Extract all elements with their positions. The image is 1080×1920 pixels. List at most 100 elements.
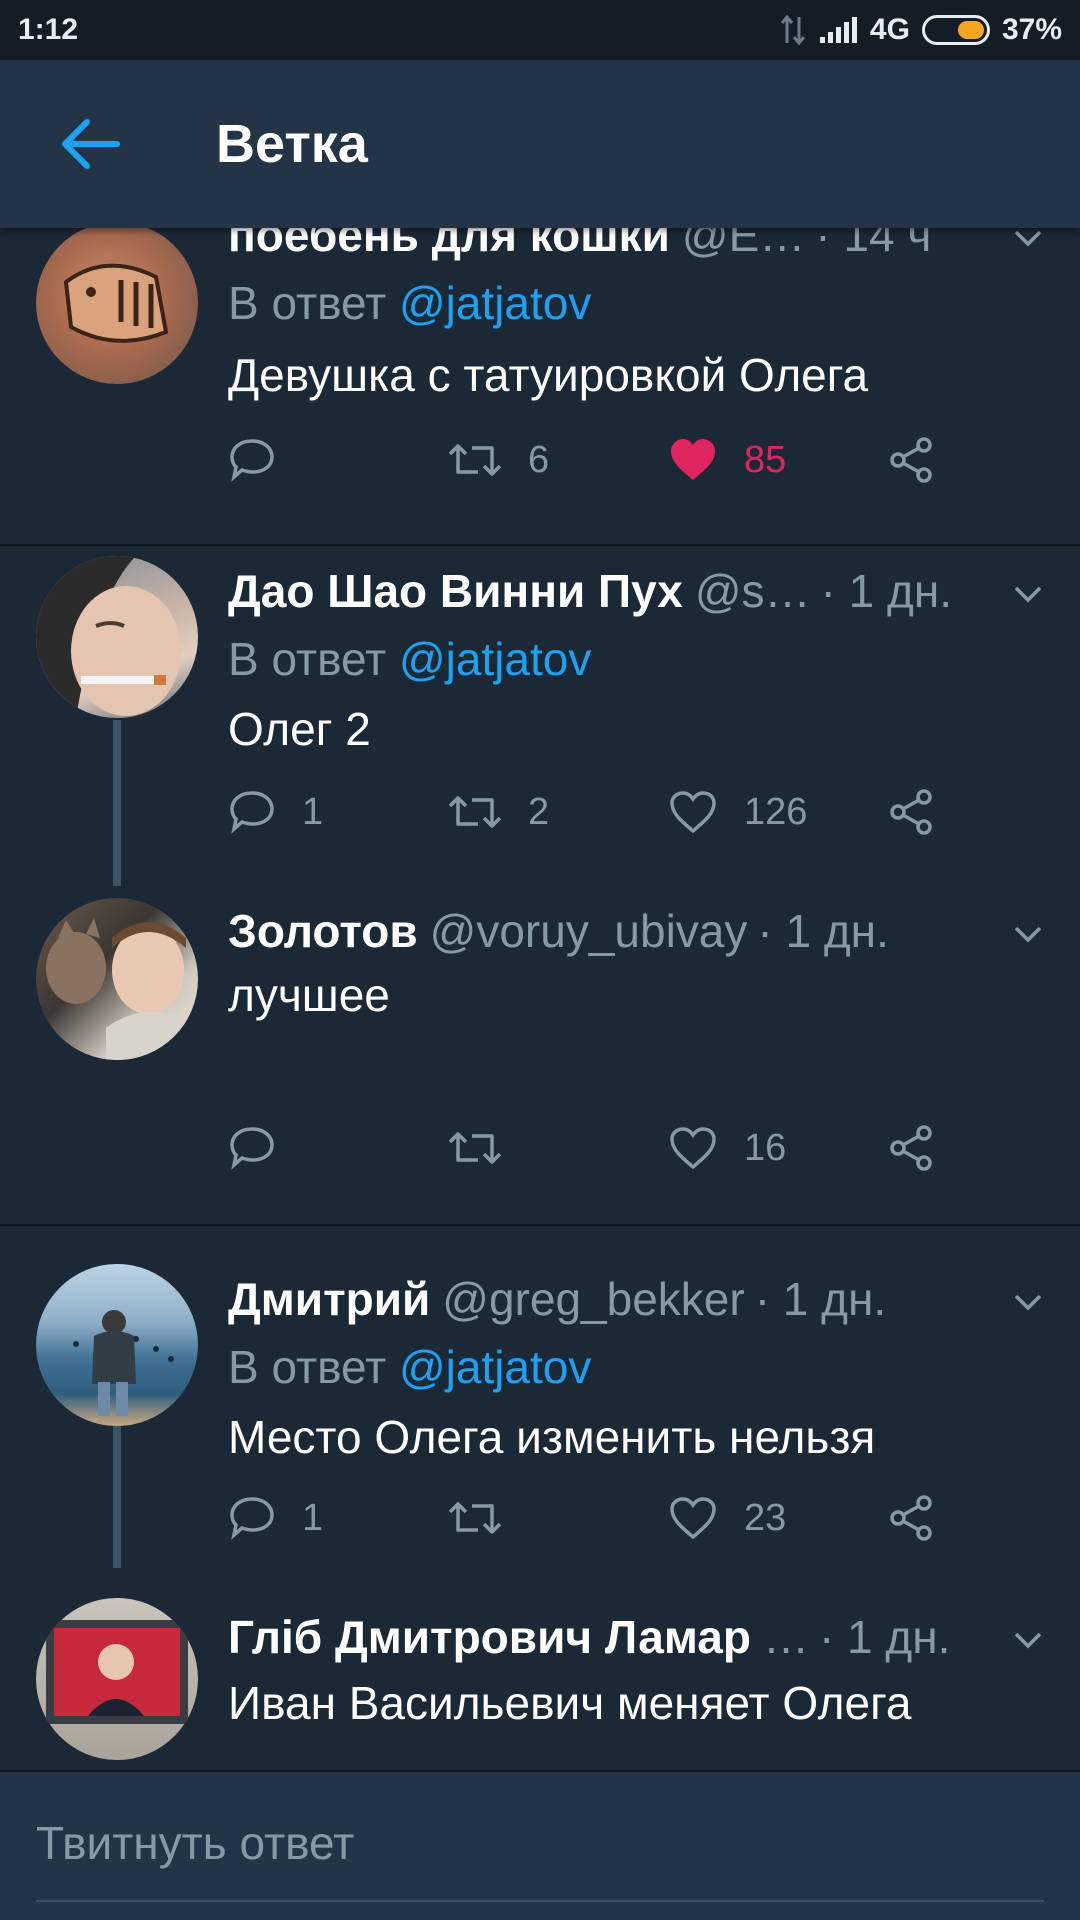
reply-context: В ответ @jatjatov: [228, 1340, 591, 1394]
retweet-icon: [448, 796, 502, 828]
data-transfer-icon: [780, 15, 806, 45]
author-handle[interactable]: @voruy_ubivay: [430, 904, 748, 958]
author-handle[interactable]: @s…: [695, 564, 811, 618]
app-header: Ветка: [0, 60, 1080, 228]
reply-count: 1: [302, 790, 324, 833]
reply-mention[interactable]: @jatjatov: [399, 277, 591, 329]
share-button[interactable]: [888, 430, 934, 490]
reply-button[interactable]: [228, 430, 302, 490]
tweet-item[interactable]: поебень для кошки @E… · 14 ч В ответ @ja…: [0, 228, 1080, 544]
comment-icon: [230, 439, 274, 482]
compose-reply-bar: Твитнуть ответ: [0, 1770, 1080, 1920]
retweet-icon: [448, 444, 502, 476]
arrow-left-icon: [62, 119, 120, 169]
like-button[interactable]: 85: [668, 430, 786, 490]
chevron-down-icon: [1014, 230, 1042, 247]
battery-icon: [921, 15, 990, 45]
reply-mention[interactable]: @jatjatov: [399, 633, 591, 685]
status-time: 1:12: [18, 13, 79, 46]
thread-line: [113, 720, 121, 886]
tweet-text: Олег 2: [228, 703, 371, 755]
avatar[interactable]: [36, 898, 198, 1060]
tweet-time: · 1 дн.: [757, 905, 889, 957]
reply-context: В ответ @jatjatov: [228, 632, 591, 686]
tweet-menu-button[interactable]: [1004, 570, 1052, 618]
reply-button[interactable]: [228, 1118, 302, 1178]
author-name[interactable]: Дао Шао Винни Пух: [228, 564, 683, 618]
tweet-time: · 14 ч: [815, 228, 932, 261]
like-count: 23: [744, 1496, 787, 1539]
tweet-actions: 6 85: [228, 430, 988, 490]
back-button[interactable]: [0, 60, 180, 228]
avatar[interactable]: [36, 228, 198, 384]
author-name[interactable]: Дмитрий: [228, 1272, 430, 1326]
share-icon: [890, 437, 932, 483]
retweet-button[interactable]: [448, 1118, 528, 1178]
tweet-time: · 1 дн.: [818, 1611, 951, 1663]
like-button[interactable]: 126: [668, 782, 807, 842]
comment-icon: [230, 1497, 274, 1540]
author-name[interactable]: Гліб Дмитрович Ламар: [228, 1610, 751, 1664]
share-button[interactable]: [888, 1118, 934, 1178]
tweet-header: Гліб Дмитрович Ламар … · 1 дн.: [228, 1610, 968, 1666]
tweet-text: лучшее: [228, 969, 390, 1021]
comment-icon: [230, 1127, 274, 1170]
author-handle[interactable]: @greg_bekker: [442, 1272, 744, 1326]
tweet-actions: 1 23: [228, 1488, 988, 1548]
chevron-down-icon: [1014, 926, 1042, 943]
retweet-count: 2: [528, 790, 550, 833]
avatar[interactable]: [36, 556, 198, 718]
reply-button[interactable]: 1: [228, 1488, 323, 1548]
tweet-item[interactable]: Дмитрий @greg_bekker · 1 дн. В ответ @ja…: [0, 1226, 1080, 1568]
page-title: Ветка: [216, 114, 368, 174]
like-count: 85: [744, 438, 787, 481]
chevron-down-icon: [1014, 586, 1042, 603]
share-button[interactable]: [888, 1488, 934, 1548]
status-bar: 1:12 4G 37%: [0, 0, 1080, 60]
author-name[interactable]: поебень для кошки: [228, 228, 670, 262]
author-handle[interactable]: @E…: [682, 228, 805, 262]
chevron-down-icon: [1014, 1632, 1042, 1649]
heart-filled-icon: [671, 439, 715, 480]
thread-line: [113, 1402, 121, 1568]
tweet-time: · 1 дн.: [820, 565, 953, 617]
share-button[interactable]: [888, 782, 934, 842]
heart-icon: [670, 1127, 716, 1170]
retweet-button[interactable]: 2: [448, 782, 549, 842]
tweet-item[interactable]: Дао Шао Винни Пух @s… · 1 дн. В ответ @j…: [0, 546, 1080, 886]
reply-input[interactable]: Твитнуть ответ: [36, 1816, 354, 1870]
comment-icon: [230, 791, 274, 834]
tweet-menu-button[interactable]: [1004, 1616, 1052, 1664]
tweet-header: Золотов @voruy_ubivay · 1 дн.: [228, 904, 968, 960]
chevron-down-icon: [1014, 1294, 1042, 1311]
retweet-icon: [448, 1502, 502, 1534]
avatar[interactable]: [36, 1264, 198, 1426]
reply-mention[interactable]: @jatjatov: [399, 1341, 591, 1393]
tweet-actions: 16: [228, 1118, 988, 1178]
reply-context: В ответ @jatjatov: [228, 276, 591, 330]
reply-prefix: В ответ: [228, 633, 387, 685]
avatar[interactable]: [36, 1598, 198, 1760]
retweet-button[interactable]: 6: [448, 430, 549, 490]
like-button[interactable]: 23: [668, 1488, 786, 1548]
tweet-item[interactable]: Золотов @voruy_ubivay · 1 дн. лучшее 16: [0, 886, 1080, 1226]
tweet-header: Дао Шао Винни Пух @s… · 1 дн.: [228, 564, 968, 620]
tweet-item[interactable]: Гліб Дмитрович Ламар … · 1 дн. Иван Васи…: [0, 1568, 1080, 1770]
reply-button[interactable]: 1: [228, 782, 323, 842]
retweet-count: 6: [528, 438, 550, 481]
input-underline: [36, 1900, 1044, 1902]
like-button[interactable]: 16: [668, 1118, 786, 1178]
tweet-text: Иван Васильевич меняет Олега: [228, 1677, 912, 1729]
network-type: 4G: [869, 13, 910, 46]
battery-percent: 37%: [1001, 13, 1062, 46]
author-handle[interactable]: …: [763, 1610, 809, 1664]
tweet-text: Девушка с татуировкой Олега: [228, 349, 869, 401]
tweet-menu-button[interactable]: [1004, 228, 1052, 262]
retweet-button[interactable]: [448, 1488, 528, 1548]
share-icon: [890, 1125, 932, 1171]
tweet-menu-button[interactable]: [1004, 1278, 1052, 1326]
tweet-menu-button[interactable]: [1004, 910, 1052, 958]
thread-feed[interactable]: поебень для кошки @E… · 14 ч В ответ @ja…: [0, 228, 1080, 1770]
tweet-header: поебень для кошки @E… · 14 ч: [228, 228, 968, 264]
author-name[interactable]: Золотов: [228, 904, 418, 958]
